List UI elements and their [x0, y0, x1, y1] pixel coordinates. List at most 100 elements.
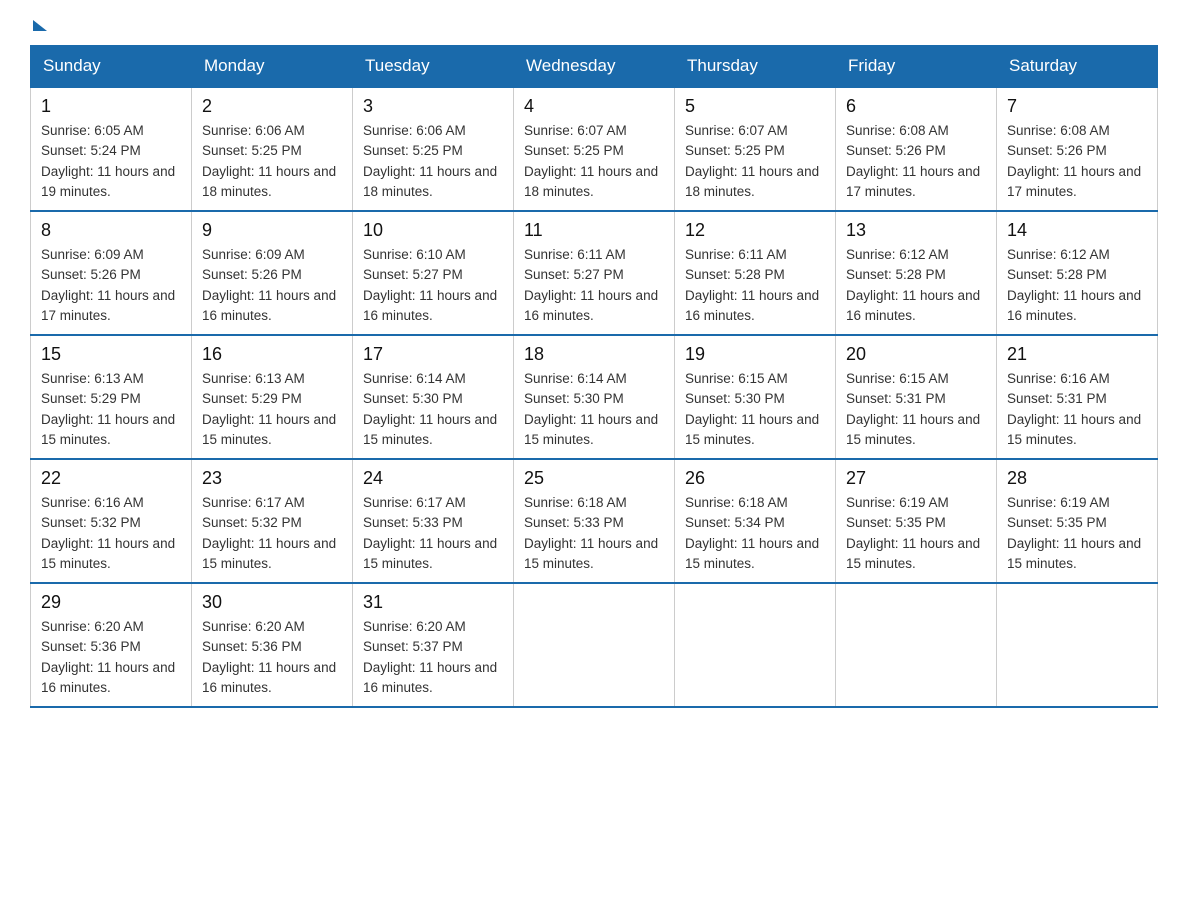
calendar-cell: 5 Sunrise: 6:07 AMSunset: 5:25 PMDayligh…	[675, 87, 836, 211]
day-number: 29	[41, 592, 181, 613]
day-number: 17	[363, 344, 503, 365]
day-number: 3	[363, 96, 503, 117]
calendar-cell: 4 Sunrise: 6:07 AMSunset: 5:25 PMDayligh…	[514, 87, 675, 211]
day-number: 12	[685, 220, 825, 241]
day-number: 16	[202, 344, 342, 365]
day-info: Sunrise: 6:20 AMSunset: 5:36 PMDaylight:…	[202, 619, 336, 695]
calendar-cell: 31 Sunrise: 6:20 AMSunset: 5:37 PMDaylig…	[353, 583, 514, 707]
day-of-week-header: Saturday	[997, 46, 1158, 88]
calendar-cell: 21 Sunrise: 6:16 AMSunset: 5:31 PMDaylig…	[997, 335, 1158, 459]
day-info: Sunrise: 6:06 AMSunset: 5:25 PMDaylight:…	[202, 123, 336, 199]
calendar-cell: 13 Sunrise: 6:12 AMSunset: 5:28 PMDaylig…	[836, 211, 997, 335]
day-number: 18	[524, 344, 664, 365]
calendar-cell: 7 Sunrise: 6:08 AMSunset: 5:26 PMDayligh…	[997, 87, 1158, 211]
day-info: Sunrise: 6:16 AMSunset: 5:32 PMDaylight:…	[41, 495, 175, 571]
day-info: Sunrise: 6:06 AMSunset: 5:25 PMDaylight:…	[363, 123, 497, 199]
calendar-cell: 2 Sunrise: 6:06 AMSunset: 5:25 PMDayligh…	[192, 87, 353, 211]
day-number: 11	[524, 220, 664, 241]
day-number: 9	[202, 220, 342, 241]
day-number: 14	[1007, 220, 1147, 241]
day-number: 22	[41, 468, 181, 489]
calendar-cell: 20 Sunrise: 6:15 AMSunset: 5:31 PMDaylig…	[836, 335, 997, 459]
day-info: Sunrise: 6:12 AMSunset: 5:28 PMDaylight:…	[846, 247, 980, 323]
day-number: 7	[1007, 96, 1147, 117]
calendar-cell: 3 Sunrise: 6:06 AMSunset: 5:25 PMDayligh…	[353, 87, 514, 211]
calendar-cell: 8 Sunrise: 6:09 AMSunset: 5:26 PMDayligh…	[31, 211, 192, 335]
calendar-cell: 11 Sunrise: 6:11 AMSunset: 5:27 PMDaylig…	[514, 211, 675, 335]
calendar-cell: 27 Sunrise: 6:19 AMSunset: 5:35 PMDaylig…	[836, 459, 997, 583]
calendar-cell: 16 Sunrise: 6:13 AMSunset: 5:29 PMDaylig…	[192, 335, 353, 459]
day-info: Sunrise: 6:12 AMSunset: 5:28 PMDaylight:…	[1007, 247, 1141, 323]
day-info: Sunrise: 6:08 AMSunset: 5:26 PMDaylight:…	[1007, 123, 1141, 199]
day-info: Sunrise: 6:18 AMSunset: 5:34 PMDaylight:…	[685, 495, 819, 571]
day-info: Sunrise: 6:15 AMSunset: 5:30 PMDaylight:…	[685, 371, 819, 447]
day-info: Sunrise: 6:07 AMSunset: 5:25 PMDaylight:…	[685, 123, 819, 199]
day-info: Sunrise: 6:13 AMSunset: 5:29 PMDaylight:…	[202, 371, 336, 447]
day-info: Sunrise: 6:07 AMSunset: 5:25 PMDaylight:…	[524, 123, 658, 199]
day-info: Sunrise: 6:15 AMSunset: 5:31 PMDaylight:…	[846, 371, 980, 447]
calendar-cell	[836, 583, 997, 707]
day-number: 2	[202, 96, 342, 117]
calendar-cell: 29 Sunrise: 6:20 AMSunset: 5:36 PMDaylig…	[31, 583, 192, 707]
calendar-cell: 10 Sunrise: 6:10 AMSunset: 5:27 PMDaylig…	[353, 211, 514, 335]
day-info: Sunrise: 6:19 AMSunset: 5:35 PMDaylight:…	[846, 495, 980, 571]
day-number: 6	[846, 96, 986, 117]
day-number: 31	[363, 592, 503, 613]
day-number: 27	[846, 468, 986, 489]
calendar-cell	[997, 583, 1158, 707]
day-info: Sunrise: 6:17 AMSunset: 5:32 PMDaylight:…	[202, 495, 336, 571]
calendar-cell: 18 Sunrise: 6:14 AMSunset: 5:30 PMDaylig…	[514, 335, 675, 459]
day-of-week-header: Tuesday	[353, 46, 514, 88]
day-of-week-header: Sunday	[31, 46, 192, 88]
day-number: 23	[202, 468, 342, 489]
calendar-cell: 25 Sunrise: 6:18 AMSunset: 5:33 PMDaylig…	[514, 459, 675, 583]
day-info: Sunrise: 6:19 AMSunset: 5:35 PMDaylight:…	[1007, 495, 1141, 571]
calendar-cell: 9 Sunrise: 6:09 AMSunset: 5:26 PMDayligh…	[192, 211, 353, 335]
day-number: 26	[685, 468, 825, 489]
calendar-cell: 28 Sunrise: 6:19 AMSunset: 5:35 PMDaylig…	[997, 459, 1158, 583]
day-info: Sunrise: 6:08 AMSunset: 5:26 PMDaylight:…	[846, 123, 980, 199]
day-number: 30	[202, 592, 342, 613]
calendar-week-row: 22 Sunrise: 6:16 AMSunset: 5:32 PMDaylig…	[31, 459, 1158, 583]
day-number: 5	[685, 96, 825, 117]
day-info: Sunrise: 6:14 AMSunset: 5:30 PMDaylight:…	[363, 371, 497, 447]
calendar-cell	[675, 583, 836, 707]
day-info: Sunrise: 6:18 AMSunset: 5:33 PMDaylight:…	[524, 495, 658, 571]
calendar-week-row: 29 Sunrise: 6:20 AMSunset: 5:36 PMDaylig…	[31, 583, 1158, 707]
calendar-cell: 30 Sunrise: 6:20 AMSunset: 5:36 PMDaylig…	[192, 583, 353, 707]
day-info: Sunrise: 6:13 AMSunset: 5:29 PMDaylight:…	[41, 371, 175, 447]
calendar-cell: 12 Sunrise: 6:11 AMSunset: 5:28 PMDaylig…	[675, 211, 836, 335]
calendar-week-row: 8 Sunrise: 6:09 AMSunset: 5:26 PMDayligh…	[31, 211, 1158, 335]
calendar-week-row: 1 Sunrise: 6:05 AMSunset: 5:24 PMDayligh…	[31, 87, 1158, 211]
calendar-cell: 22 Sunrise: 6:16 AMSunset: 5:32 PMDaylig…	[31, 459, 192, 583]
calendar-week-row: 15 Sunrise: 6:13 AMSunset: 5:29 PMDaylig…	[31, 335, 1158, 459]
calendar-cell: 24 Sunrise: 6:17 AMSunset: 5:33 PMDaylig…	[353, 459, 514, 583]
day-info: Sunrise: 6:05 AMSunset: 5:24 PMDaylight:…	[41, 123, 175, 199]
calendar-cell	[514, 583, 675, 707]
day-number: 13	[846, 220, 986, 241]
day-info: Sunrise: 6:20 AMSunset: 5:37 PMDaylight:…	[363, 619, 497, 695]
calendar-cell: 15 Sunrise: 6:13 AMSunset: 5:29 PMDaylig…	[31, 335, 192, 459]
page-header	[30, 20, 1158, 29]
calendar-cell: 19 Sunrise: 6:15 AMSunset: 5:30 PMDaylig…	[675, 335, 836, 459]
day-info: Sunrise: 6:09 AMSunset: 5:26 PMDaylight:…	[41, 247, 175, 323]
calendar-cell: 17 Sunrise: 6:14 AMSunset: 5:30 PMDaylig…	[353, 335, 514, 459]
day-number: 21	[1007, 344, 1147, 365]
day-of-week-header: Thursday	[675, 46, 836, 88]
day-info: Sunrise: 6:17 AMSunset: 5:33 PMDaylight:…	[363, 495, 497, 571]
day-info: Sunrise: 6:16 AMSunset: 5:31 PMDaylight:…	[1007, 371, 1141, 447]
calendar-cell: 26 Sunrise: 6:18 AMSunset: 5:34 PMDaylig…	[675, 459, 836, 583]
day-info: Sunrise: 6:10 AMSunset: 5:27 PMDaylight:…	[363, 247, 497, 323]
day-number: 28	[1007, 468, 1147, 489]
calendar-cell: 23 Sunrise: 6:17 AMSunset: 5:32 PMDaylig…	[192, 459, 353, 583]
calendar-cell: 1 Sunrise: 6:05 AMSunset: 5:24 PMDayligh…	[31, 87, 192, 211]
day-number: 8	[41, 220, 181, 241]
calendar-cell: 6 Sunrise: 6:08 AMSunset: 5:26 PMDayligh…	[836, 87, 997, 211]
day-number: 10	[363, 220, 503, 241]
calendar-cell: 14 Sunrise: 6:12 AMSunset: 5:28 PMDaylig…	[997, 211, 1158, 335]
day-info: Sunrise: 6:14 AMSunset: 5:30 PMDaylight:…	[524, 371, 658, 447]
day-number: 25	[524, 468, 664, 489]
logo	[30, 20, 47, 29]
logo-arrow-icon	[33, 20, 47, 31]
day-of-week-header: Monday	[192, 46, 353, 88]
